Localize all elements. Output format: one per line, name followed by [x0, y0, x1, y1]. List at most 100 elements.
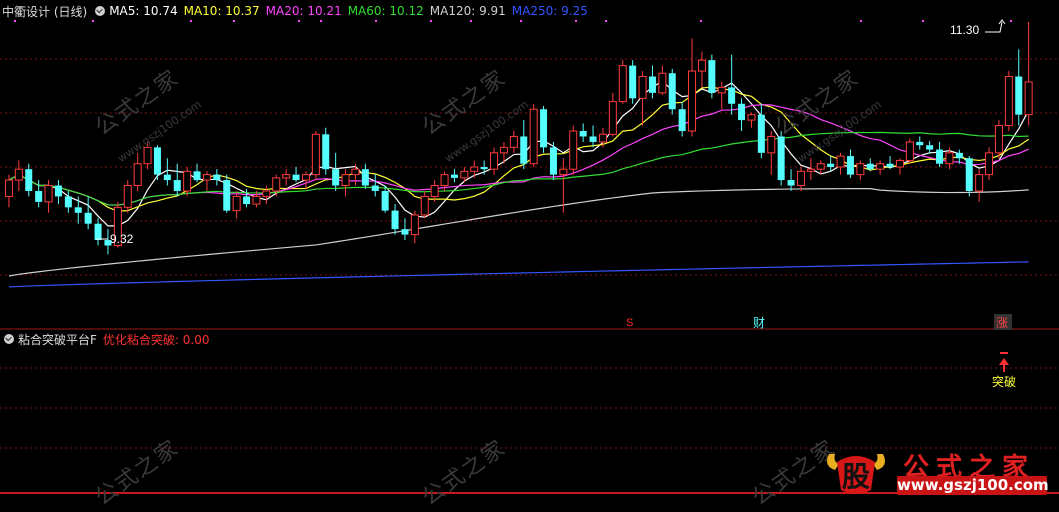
signal-dot: [430, 20, 432, 22]
candle-body: [589, 136, 597, 142]
candle-body: [193, 171, 201, 181]
candle-body: [450, 174, 458, 178]
candle-body: [430, 185, 439, 197]
indicator-name[interactable]: 粘合突破平台F: [18, 331, 97, 348]
candle-body: [668, 73, 676, 110]
moving-average-lines: [8, 80, 1030, 288]
marker-cai: 财: [753, 316, 765, 330]
candle-body: [886, 163, 894, 167]
candle-body: [975, 174, 984, 192]
signal-dot: [922, 20, 924, 22]
candle-body: [827, 163, 835, 167]
brand-logo: 股 公式之家 www.gszj100.com: [815, 444, 1059, 501]
ma120-line: [8, 188, 1029, 277]
bull-emblem-icon: 股: [827, 454, 885, 494]
logo-url: www.gszj100.com: [897, 476, 1049, 495]
candle-body: [1015, 76, 1023, 115]
candle-body: [163, 174, 171, 181]
chart-title[interactable]: 中衢设计 (日线): [2, 3, 87, 20]
candle-body: [836, 155, 845, 168]
candles: [4, 22, 1033, 255]
candle-body: [777, 136, 785, 181]
signal-dot: [92, 20, 94, 22]
candle-body: [499, 146, 508, 154]
signal-dot: [375, 20, 377, 22]
candle-body: [371, 185, 379, 191]
signal-dots: [14, 20, 1012, 22]
candle-body: [926, 145, 934, 150]
candle-body: [440, 174, 449, 187]
candle-body: [410, 214, 419, 236]
high-price-label: 11.30: [950, 23, 979, 37]
candle-body: [895, 159, 904, 168]
candle-body: [905, 141, 914, 161]
candle-body: [648, 76, 656, 93]
candle-body: [351, 168, 360, 176]
candle-body: [262, 190, 271, 197]
ma60-value: MA60: 10.12: [347, 4, 424, 18]
candle-body: [629, 65, 637, 99]
candle-body: [84, 212, 92, 224]
candle-body: [332, 169, 340, 186]
candle-body: [846, 156, 854, 175]
candle-body: [381, 190, 389, 211]
candle-body: [767, 135, 776, 154]
candle-body: [876, 163, 885, 170]
candle-body: [123, 185, 132, 208]
candle-body: [311, 133, 320, 176]
candle-body: [35, 190, 43, 202]
candle-body: [202, 174, 211, 181]
candle-body: [1004, 76, 1013, 127]
signal-dot: [575, 20, 577, 22]
candle-body: [638, 76, 647, 99]
candle-body: [866, 163, 874, 170]
candle-body: [856, 163, 865, 176]
candle-body: [252, 195, 261, 205]
candle-body: [569, 130, 578, 170]
candle-body: [322, 134, 330, 170]
main-chart-legend: 中衢设计 (日线) MA5: 10.74 MA10: 10.37 MA20: 1…: [2, 2, 594, 20]
signal-dot: [190, 20, 192, 22]
candle-body: [787, 180, 795, 186]
candle-body: [401, 229, 409, 235]
candle-body: [1024, 81, 1033, 116]
ma5-value: MA5: 10.74: [109, 4, 178, 18]
candle-body: [608, 101, 617, 135]
candle-body: [213, 174, 221, 181]
signal-dot: [1010, 20, 1012, 22]
candle-body: [341, 174, 350, 187]
candle-body: [301, 174, 310, 181]
marker-zhang: 涨: [996, 315, 1008, 330]
candle-body: [509, 135, 518, 148]
signal-dot: [700, 20, 702, 22]
ma10-line: [8, 86, 1029, 212]
kline-chart[interactable]: 9.32 11.30 S 财 涨 突破: [0, 0, 1059, 501]
candle-body: [618, 65, 627, 103]
candle-body: [965, 158, 973, 191]
candle-body: [4, 179, 13, 197]
logo-glyph: 股: [842, 460, 870, 493]
candle-body: [945, 152, 954, 165]
signal-dot: [860, 20, 862, 22]
candle-body: [549, 147, 557, 175]
signal-dot: [520, 20, 522, 22]
candle-body: [480, 166, 488, 170]
settings-circle-icon[interactable]: [4, 334, 14, 344]
candle-body: [796, 170, 805, 187]
candle-body: [985, 152, 994, 176]
breakout-label: 突破: [992, 374, 1016, 389]
candle-body: [579, 131, 587, 137]
marker-s: S: [626, 317, 633, 329]
candle-body: [223, 180, 231, 211]
candle-body: [14, 168, 23, 181]
candle-body: [916, 141, 924, 146]
candle-body: [678, 109, 686, 132]
candle-body: [520, 136, 528, 164]
ma5-line: [8, 80, 1030, 227]
candle-body: [460, 170, 469, 179]
settings-circle-icon[interactable]: [95, 6, 106, 16]
candle-body: [470, 166, 479, 172]
candle-body: [94, 223, 102, 241]
candle-body: [994, 125, 1003, 154]
candle-body: [420, 195, 429, 216]
